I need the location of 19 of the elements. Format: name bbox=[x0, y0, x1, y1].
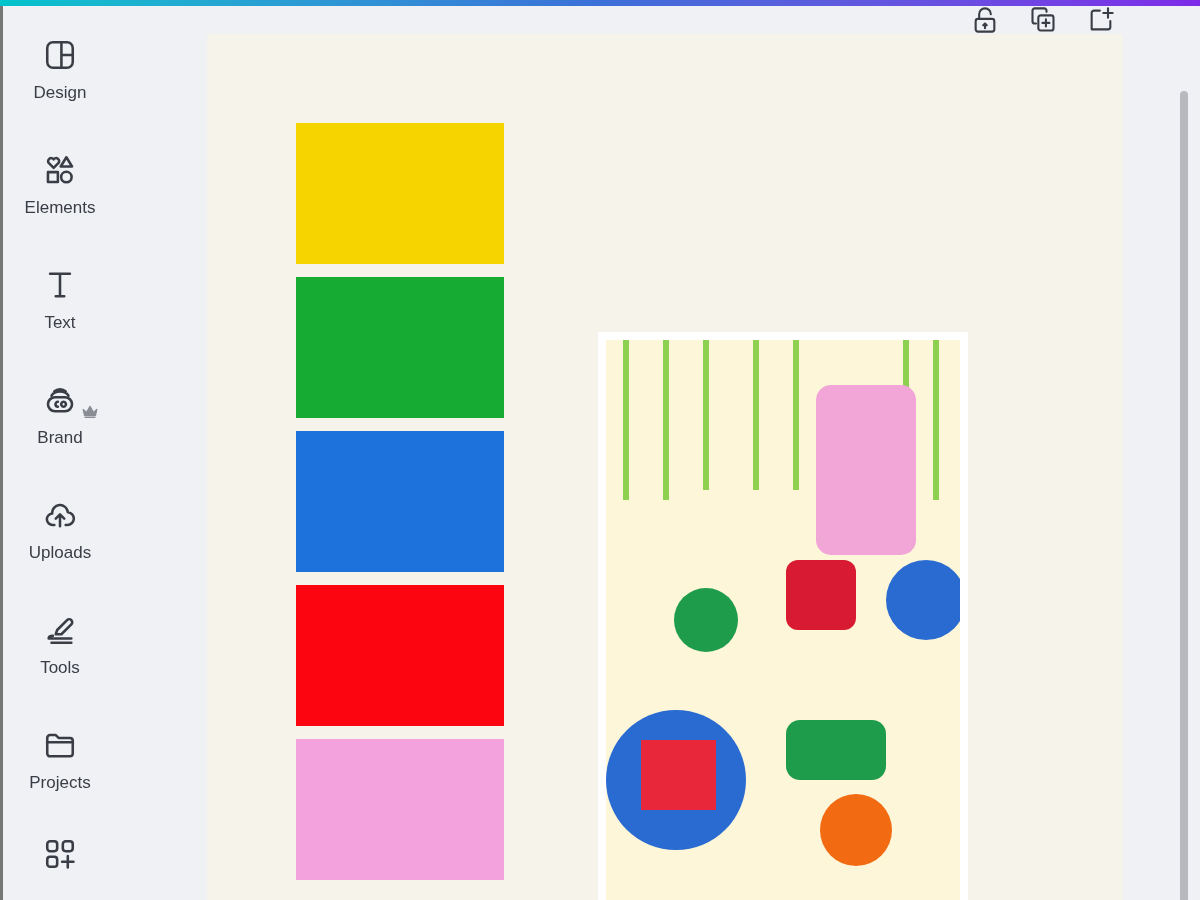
color-swatch[interactable] bbox=[296, 123, 504, 264]
sidebar-item[interactable]: Design bbox=[10, 0, 110, 115]
illustration-placeholder[interactable] bbox=[598, 332, 968, 900]
sidebar-item[interactable]: Uploads bbox=[10, 460, 110, 575]
scrollbar[interactable] bbox=[1180, 91, 1188, 900]
sidebar-item[interactable]: Tools bbox=[10, 575, 110, 690]
apps-icon bbox=[43, 837, 77, 871]
color-swatch[interactable] bbox=[296, 585, 504, 726]
color-swatch[interactable] bbox=[296, 431, 504, 572]
sidebar-item[interactable]: Brand bbox=[10, 345, 110, 460]
duplicate-icon bbox=[1029, 6, 1057, 34]
sidebar-item[interactable]: Projects bbox=[10, 690, 110, 805]
apps-button[interactable] bbox=[43, 837, 77, 871]
layout-icon bbox=[43, 38, 77, 72]
sidebar-item[interactable]: Elements bbox=[10, 115, 110, 230]
duplicate-page-button[interactable] bbox=[1029, 6, 1057, 34]
sidebar-item[interactable]: Text bbox=[10, 230, 110, 345]
color-swatch[interactable] bbox=[296, 277, 504, 418]
color-swatch[interactable] bbox=[296, 739, 504, 880]
